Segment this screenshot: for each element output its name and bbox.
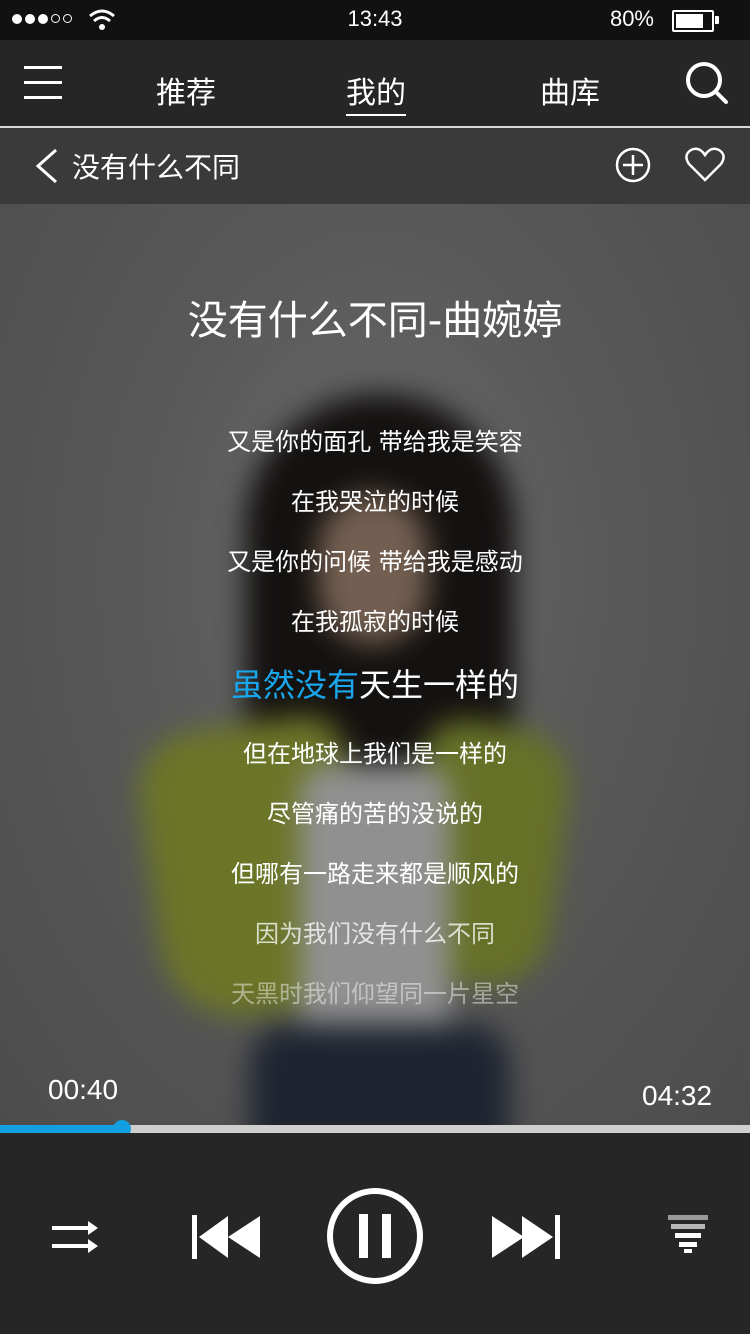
tab-mine[interactable]: 我的 [346,68,406,116]
playback-controls [0,1133,750,1334]
lyric-line: 在我哭泣的时候 [291,488,459,516]
lyric-line-current: 虽然没有天生一样的 [0,660,750,706]
lyric-line: 但哪有一路走来都是顺风的 [231,860,519,888]
lyric-line: 因为我们没有什么不同 [255,920,495,948]
back-arrow-icon[interactable] [32,146,62,186]
lyric-sung-part: 虽然没有 [230,666,359,704]
status-bar: 13:43 80% [0,0,750,40]
shuffle-icon[interactable] [50,1219,100,1255]
battery-percent: 80% [609,6,654,31]
menu-icon[interactable] [24,66,62,100]
lyric-line: 但在地球上我们是一样的 [243,740,507,768]
battery-icon [672,10,719,32]
pause-icon[interactable] [325,1186,425,1286]
lyric-line: 尽管痛的苦的没说的 [267,800,483,828]
song-title: 没有什么不同-曲婉婷 [187,298,563,344]
music-player-screen: 13:43 80% 推荐 我的 曲库 没有什么不同 没有什么不同-曲婉婷 又是你… [0,0,750,1334]
elapsed-time: 00:40 [48,1074,119,1105]
lyric-unsung-part: 天生一样的 [359,666,520,704]
search-icon[interactable] [684,60,730,106]
previous-icon[interactable] [190,1213,262,1261]
add-circle-icon[interactable] [614,146,652,184]
equalizer-icon[interactable] [666,1213,710,1253]
heart-icon[interactable] [684,146,726,184]
song-header-title: 没有什么不同 [72,151,241,184]
lyric-line: 又是你的面孔 带给我是笑容 [227,428,523,456]
tab-recommend[interactable]: 推荐 [156,68,216,112]
lyric-line: 在我孤寂的时候 [291,608,459,636]
tab-library[interactable]: 曲库 [540,68,600,112]
top-nav: 推荐 我的 曲库 [0,40,750,128]
lyric-line: 天黑时我们仰望同一片星空 [231,980,519,1008]
lyric-line: 又是你的问候 带给我是感动 [227,548,523,576]
next-icon[interactable] [490,1213,562,1261]
total-duration: 04:32 [642,1080,713,1111]
